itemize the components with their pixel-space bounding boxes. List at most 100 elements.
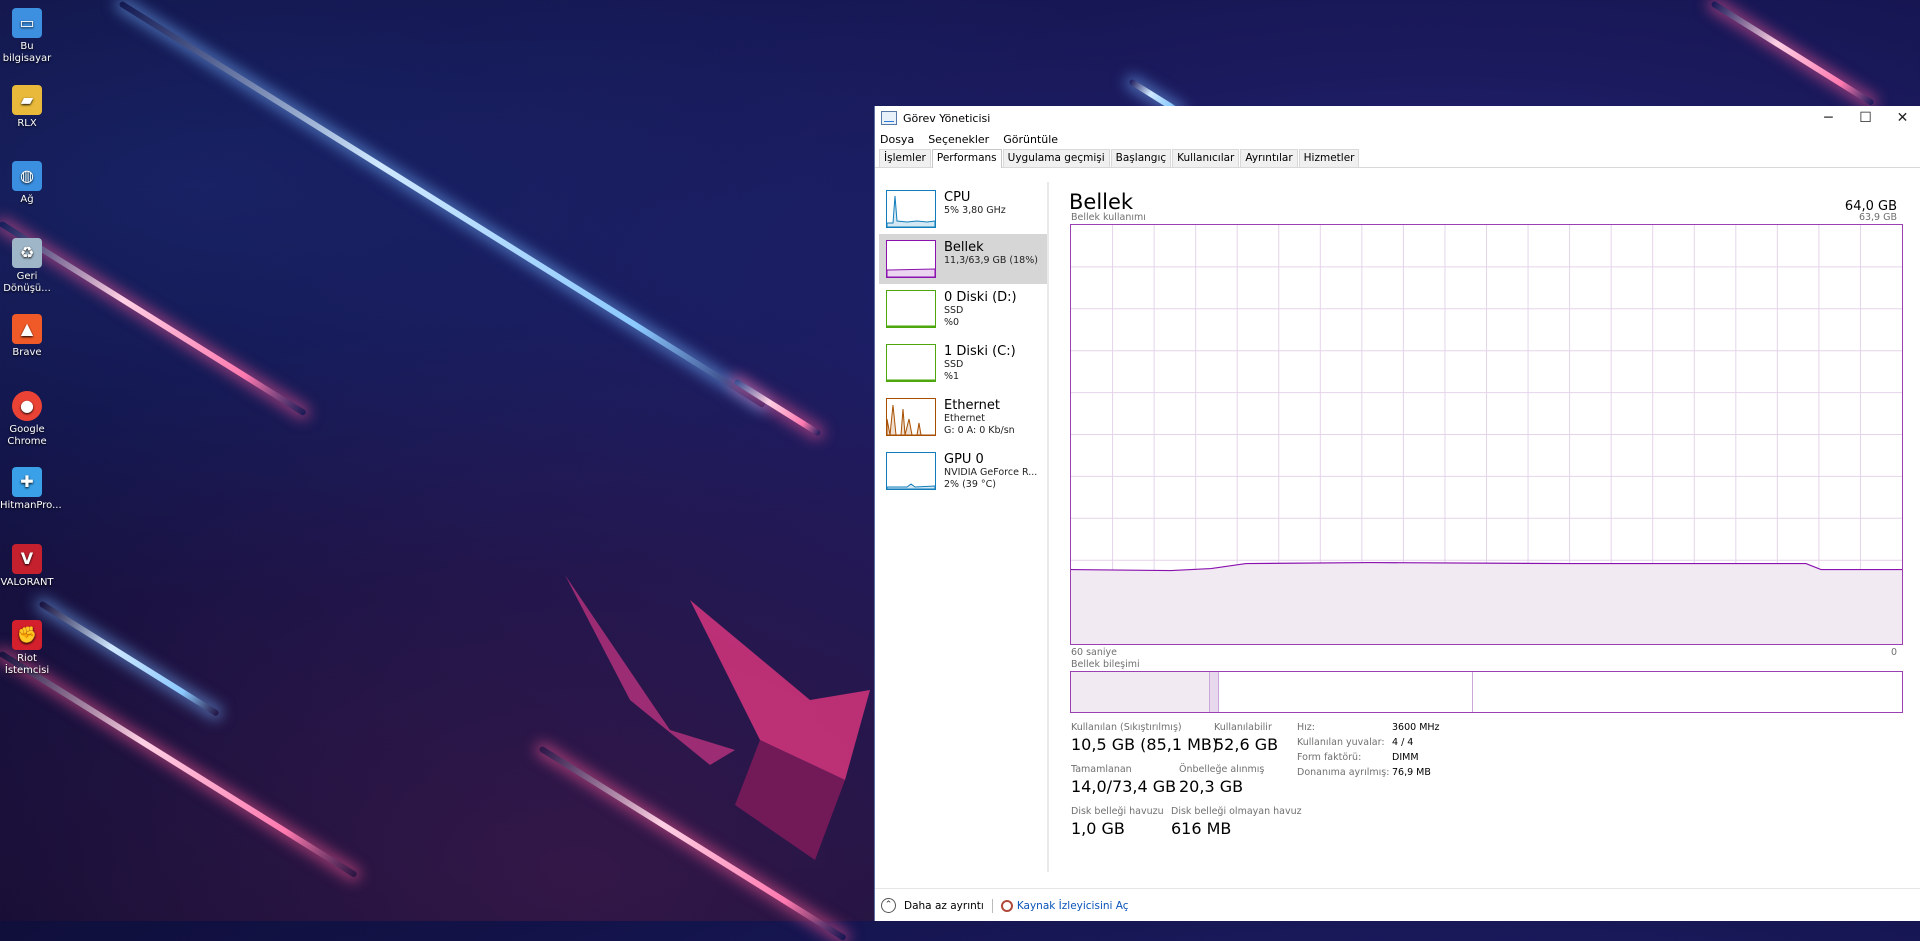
- hitmanpro-icon: ✚: [12, 467, 42, 497]
- riot-client-icon: ✊: [12, 620, 42, 650]
- minimize-button[interactable]: ─: [1810, 106, 1847, 130]
- network-icon: ◍: [12, 161, 42, 191]
- desktop-shortcut[interactable]: ✚ HitmanPro...: [0, 467, 62, 512]
- desktop-shortcut-label: Ağ: [20, 194, 34, 205]
- in-use-value: 10,5 GB (85,1 MB): [1071, 735, 1219, 754]
- desktop-shortcut[interactable]: ▲ Brave: [0, 314, 54, 359]
- graph-time-left: 60 saniye: [1071, 647, 1118, 658]
- nonpaged-pool-value: 616 MB: [1171, 819, 1232, 838]
- resource-thumbnail-graph: [886, 190, 936, 228]
- committed-label: Tamamlanan: [1071, 764, 1132, 775]
- cached-label: Önbelleğe alınmış: [1179, 764, 1265, 775]
- resource-thumbnail-graph: [886, 452, 936, 490]
- paged-pool-label: Disk belleği havuzu: [1071, 806, 1164, 817]
- memory-usage-area: [1071, 562, 1902, 644]
- desktop-shortcut-label: RLX: [17, 117, 37, 129]
- menu-options[interactable]: Seçenekler: [928, 133, 989, 146]
- resource-text: CPU 5% 3,80 GHz: [944, 184, 1006, 234]
- resource-detail: 5% 3,80 GHz: [944, 205, 1006, 216]
- tab-users[interactable]: Kullanıcılar: [1172, 149, 1240, 167]
- desktop-shortcut-label: Riot İstemcisi: [4, 653, 50, 676]
- resource-detail-secondary: %1: [944, 371, 960, 382]
- tab-services[interactable]: Hizmetler: [1298, 149, 1360, 167]
- usage-graph-label: Bellek kullanımı: [1071, 212, 1146, 223]
- footer-divider: [991, 898, 993, 913]
- brave-icon: ▲: [12, 314, 42, 344]
- fewer-details-label: Daha az ayrıntı: [904, 899, 984, 912]
- slots-label: Kullanılan yuvalar:: [1297, 737, 1385, 748]
- desktop-shortcut[interactable]: ♻ Geri Dönüşü...: [0, 237, 54, 295]
- tab-strip: İşlemler Performans Uygulama geçmişi Baş…: [875, 148, 1920, 168]
- desktop-shortcut-label: Brave: [12, 347, 42, 358]
- tab-startup[interactable]: Başlangıç: [1110, 149, 1172, 167]
- footer-bar: ⌃ Daha az ayrıntı Kaynak İzleyicisini Aç: [875, 888, 1920, 922]
- resource-name: Ethernet: [944, 398, 1000, 413]
- maximize-button[interactable]: ☐: [1847, 106, 1884, 130]
- open-resource-monitor-link[interactable]: Kaynak İzleyicisini Aç: [1000, 899, 1129, 912]
- memory-composition-bar: [1070, 671, 1903, 713]
- tab-details[interactable]: Ayrıntılar: [1240, 149, 1298, 167]
- resource-text: Ethernet Ethernet G: 0 A: 0 Kb/sn: [944, 392, 1015, 442]
- valorant-icon: V: [12, 543, 42, 574]
- chevron-up-icon: ⌃: [881, 898, 896, 913]
- desktop-shortcut-label: Google Chrome: [7, 423, 47, 447]
- tab-performance[interactable]: Performans: [931, 149, 1002, 168]
- resource-name: 0 Diski (D:): [944, 290, 1017, 305]
- desktop-shortcut-label: Bu bilgisayar: [2, 41, 52, 64]
- close-button[interactable]: ✕: [1884, 106, 1920, 130]
- resource-name: Bellek: [944, 240, 984, 255]
- resource-name: CPU: [944, 190, 971, 205]
- resource-detail-secondary: G: 0 A: 0 Kb/sn: [944, 425, 1015, 436]
- panel-title: Bellek: [1069, 190, 1134, 214]
- tab-processes[interactable]: İşlemler: [879, 149, 931, 167]
- resource-name: 1 Diski (C:): [944, 344, 1016, 359]
- memory-usage-chart: [1071, 225, 1902, 644]
- hardware-reserved-label: Donanıma ayrılmış:: [1297, 767, 1390, 778]
- desktop-shortcut[interactable]: ▰ RLX: [0, 84, 54, 130]
- title-bar[interactable]: Görev Yöneticisi ─ ☐ ✕: [875, 106, 1920, 130]
- speed-value: 3600 MHz: [1392, 722, 1440, 733]
- resource-item[interactable]: 0 Diski (D:) SSD %0: [879, 284, 1047, 334]
- resource-name: GPU 0: [944, 452, 984, 467]
- slots-value: 4 / 4: [1392, 737, 1414, 748]
- desktop-shortcut[interactable]: ▭ Bu bilgisayar: [0, 8, 54, 65]
- resource-detail: Ethernet: [944, 413, 985, 424]
- computer-icon: ▭: [12, 8, 42, 38]
- resource-item[interactable]: GPU 0 NVIDIA GeForce R... 2% (39 °C): [879, 446, 1047, 496]
- recycle-bin-icon: ♻: [12, 237, 42, 268]
- composition-in-use: [1071, 672, 1210, 712]
- desktop-shortcut[interactable]: V VALORANT: [0, 543, 54, 589]
- form-factor-value: DIMM: [1392, 752, 1419, 763]
- resource-item[interactable]: Ethernet Ethernet G: 0 A: 0 Kb/sn: [879, 392, 1047, 442]
- desktop-shortcut-label: VALORANT: [0, 576, 54, 588]
- desktop-shortcut[interactable]: ● Google Chrome: [0, 390, 54, 448]
- usage-graph-max: 63,9 GB: [1858, 212, 1897, 223]
- resource-thumbnail-graph: [886, 240, 936, 278]
- available-label: Kullanılabilir: [1214, 722, 1272, 733]
- desktop-shortcut-label: HitmanPro...: [0, 500, 62, 511]
- desktop-shortcut[interactable]: ◍ Ağ: [0, 161, 54, 206]
- task-manager-app-icon: [881, 111, 897, 125]
- fewer-details-button[interactable]: ⌃ Daha az ayrıntı: [881, 898, 984, 913]
- resource-item[interactable]: Bellek 11,3/63,9 GB (18%): [879, 234, 1047, 284]
- menu-bar: Dosya Seçenekler Görüntüle: [875, 130, 1920, 148]
- resource-item[interactable]: 1 Diski (C:) SSD %1: [879, 338, 1047, 388]
- pane-divider[interactable]: [1047, 182, 1049, 872]
- user-folder-icon: ▰: [12, 84, 42, 115]
- resource-text: 0 Diski (D:) SSD %0: [944, 284, 1017, 334]
- menu-view[interactable]: Görüntüle: [1003, 133, 1058, 146]
- tab-app-history[interactable]: Uygulama geçmişi: [1002, 149, 1110, 167]
- resource-item[interactable]: CPU 5% 3,80 GHz: [879, 184, 1047, 234]
- paged-pool-value: 1,0 GB: [1071, 819, 1125, 838]
- desktop-shortcut-label: Geri Dönüşü...: [3, 270, 51, 294]
- window-title: Görev Yöneticisi: [903, 111, 991, 125]
- task-manager-window: Görev Yöneticisi ─ ☐ ✕ Dosya Seçenekler …: [874, 106, 1920, 921]
- composition-modified: [1210, 672, 1219, 712]
- resource-thumbnail-graph: [886, 398, 936, 436]
- in-use-label: Kullanılan (Sıkıştırılmış): [1071, 722, 1182, 733]
- resource-thumbnail-graph: [886, 290, 936, 328]
- resource-detail: 11,3/63,9 GB (18%): [944, 255, 1038, 266]
- menu-file[interactable]: Dosya: [880, 133, 914, 146]
- desktop-shortcut[interactable]: ✊ Riot İstemcisi: [0, 620, 54, 677]
- graph-time-right: 0: [1890, 647, 1897, 658]
